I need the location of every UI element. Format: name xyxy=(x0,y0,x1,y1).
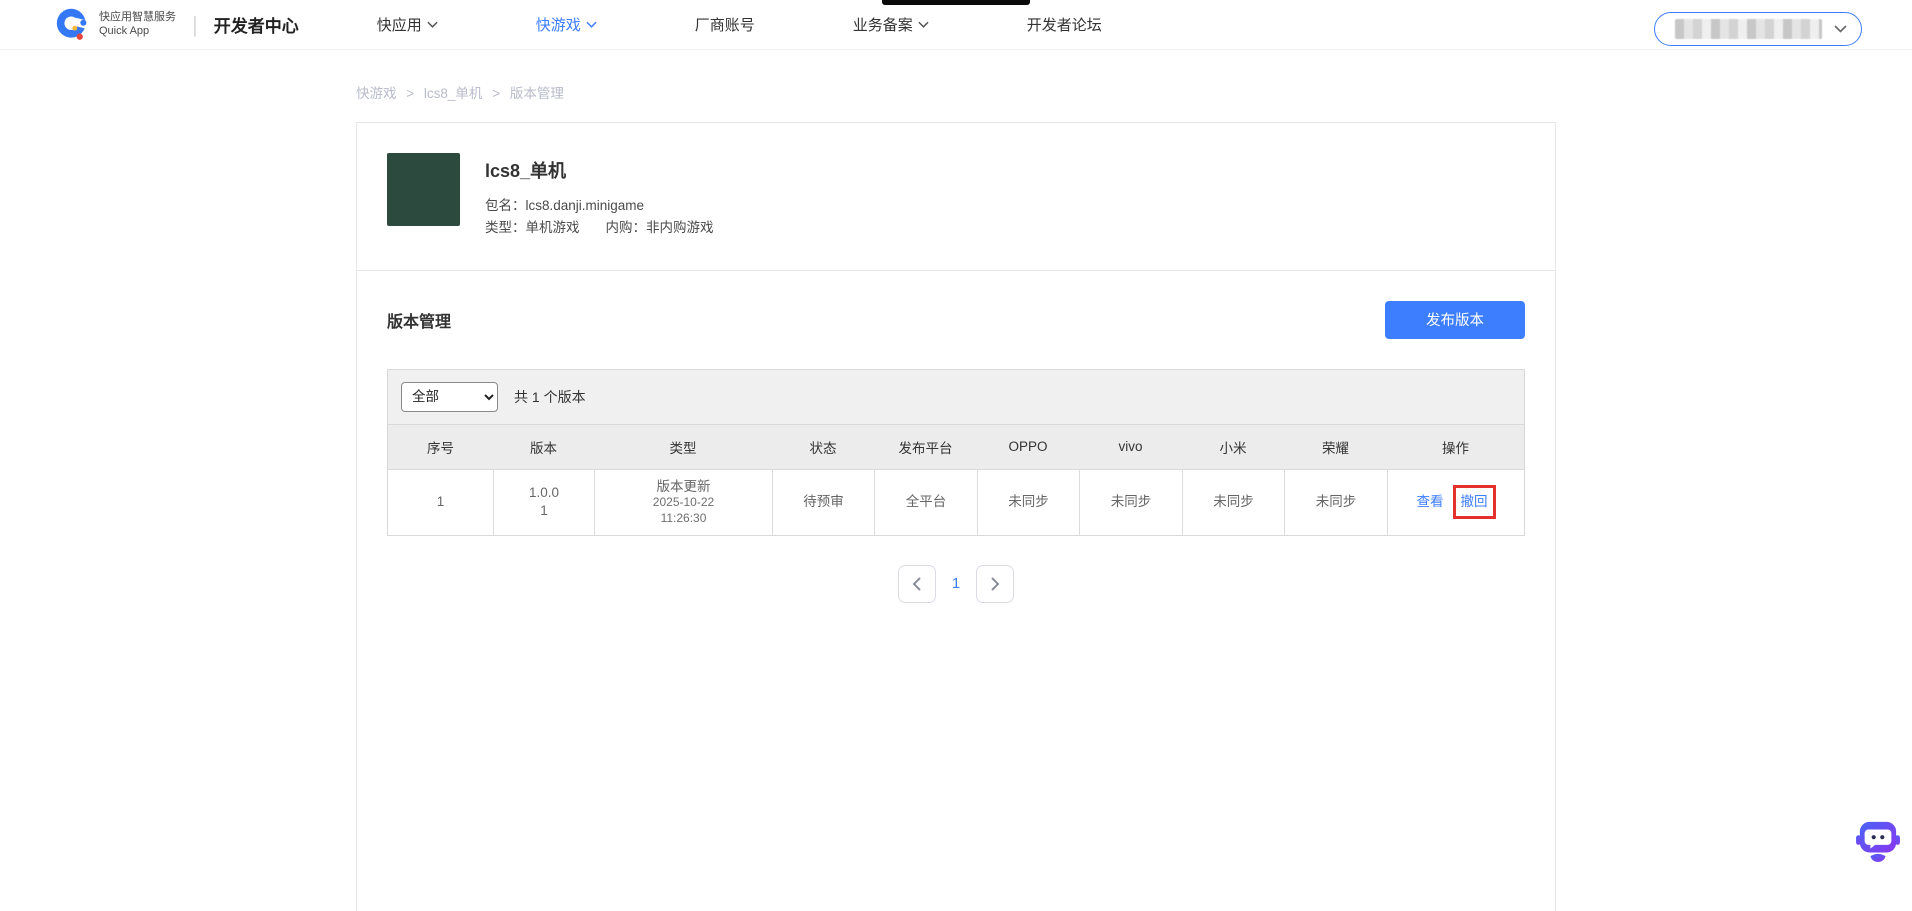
app-info: lcs8_单机 包名：lcs8.danji.minigame 类型：单机游戏 内购… xyxy=(485,153,714,240)
col-header-honor: 荣耀 xyxy=(1284,425,1387,469)
app-package-line: 包名：lcs8.danji.minigame xyxy=(485,195,714,217)
withdraw-link[interactable]: 撤回 xyxy=(1461,494,1488,509)
chevron-down-icon xyxy=(427,21,438,28)
update-date: 2025-10-22 xyxy=(653,495,714,511)
section-header: 版本管理 发布版本 xyxy=(387,301,1525,339)
cell-honor-status: 未同步 xyxy=(1284,470,1387,535)
portal-title: 开发者中心 xyxy=(214,12,299,37)
prev-page-button[interactable] xyxy=(898,565,936,603)
chevron-right-icon xyxy=(990,577,1000,591)
col-header-status: 状态 xyxy=(772,425,874,469)
table-row: 1 1.0.0 1 版本更新 2025-10-22 11:26:30 待预审 全… xyxy=(388,469,1524,535)
main-content: 快游戏 > lcs8_单机 > 版本管理 lcs8_单机 包名：lcs8.dan… xyxy=(356,82,1556,911)
page-number[interactable]: 1 xyxy=(952,575,960,592)
cell-platform: 全平台 xyxy=(874,470,977,535)
nav-item-vendor-account[interactable]: 厂商账号 xyxy=(695,14,755,35)
chevron-down-icon xyxy=(586,21,597,28)
nav-item-developer-forum[interactable]: 开发者论坛 xyxy=(1027,14,1102,35)
app-info-card: lcs8_单机 包名：lcs8.danji.minigame 类型：单机游戏 内购… xyxy=(356,122,1556,271)
package-value: lcs8.danji.minigame xyxy=(526,198,645,213)
iap-label: 内购： xyxy=(606,220,647,235)
type-label: 类型： xyxy=(485,220,526,235)
page: 快应用智慧服务 Quick App | 开发者中心 快应用 快游戏 厂商账号 业… xyxy=(0,0,1912,911)
col-header-vivo: vivo xyxy=(1079,425,1182,469)
chevron-down-icon xyxy=(1834,25,1847,33)
col-header-xiaomi: 小米 xyxy=(1182,425,1284,469)
col-header-type: 类型 xyxy=(594,425,772,469)
version-count: 共 1 个版本 xyxy=(514,387,586,407)
nav-items: 快应用 快游戏 厂商账号 业务备案 开发者论坛 xyxy=(377,14,1200,35)
type-value: 单机游戏 xyxy=(526,220,580,235)
version-code: 1 xyxy=(540,502,548,520)
next-page-button[interactable] xyxy=(976,565,1014,603)
view-link[interactable]: 查看 xyxy=(1417,493,1444,511)
chat-bot-icon xyxy=(1855,820,1901,862)
top-nav: 快应用智慧服务 Quick App | 开发者中心 快应用 快游戏 厂商账号 业… xyxy=(0,0,1912,50)
table-header-row: 序号 版本 类型 状态 发布平台 OPPO vivo 小米 荣耀 操作 xyxy=(388,425,1524,469)
cell-type: 版本更新 2025-10-22 11:26:30 xyxy=(594,470,772,535)
section-title: 版本管理 xyxy=(387,308,451,332)
version-filter-select[interactable]: 全部 xyxy=(401,382,498,412)
col-header-platform: 发布平台 xyxy=(874,425,977,469)
breadcrumb-separator: > xyxy=(406,86,414,101)
breadcrumb-app[interactable]: lcs8_单机 xyxy=(424,86,483,101)
chevron-left-icon xyxy=(912,577,922,591)
col-header-version: 版本 xyxy=(493,425,594,469)
nav-item-quickgame[interactable]: 快游戏 xyxy=(536,14,597,35)
nav-item-label: 业务备案 xyxy=(853,14,913,35)
nav-item-quickapp[interactable]: 快应用 xyxy=(377,14,438,35)
brand-logo-icon xyxy=(55,7,91,43)
nav-item-business-filing[interactable]: 业务备案 xyxy=(853,14,929,35)
package-label: 包名： xyxy=(485,198,526,213)
account-name-redacted xyxy=(1675,19,1822,39)
publish-version-button[interactable]: 发布版本 xyxy=(1385,301,1525,339)
pagination: 1 xyxy=(387,565,1525,603)
iap-value: 非内购游戏 xyxy=(646,220,714,235)
cell-oppo-status: 未同步 xyxy=(977,470,1079,535)
breadcrumb-current: 版本管理 xyxy=(510,86,564,101)
brand-line1: 快应用智慧服务 xyxy=(99,11,176,25)
cell-vivo-status: 未同步 xyxy=(1079,470,1182,535)
breadcrumb: 快游戏 > lcs8_单机 > 版本管理 xyxy=(356,82,1556,102)
nav-item-label: 厂商账号 xyxy=(695,14,755,35)
redaction-bar xyxy=(882,0,1030,5)
chevron-down-icon xyxy=(918,21,929,28)
account-selector[interactable] xyxy=(1654,12,1862,46)
breadcrumb-quickgame[interactable]: 快游戏 xyxy=(356,86,397,101)
nav-item-label: 快应用 xyxy=(377,14,422,35)
cell-index: 1 xyxy=(388,470,493,535)
version-management-card: 版本管理 发布版本 全部 共 1 个版本 序号 版本 类型 状态 发布平台 OP… xyxy=(356,270,1556,911)
cell-actions: 查看 撤回 xyxy=(1387,470,1524,535)
nav-item-label: 快游戏 xyxy=(536,14,581,35)
update-time: 11:26:30 xyxy=(661,511,707,527)
table-filter-bar: 全部 共 1 个版本 xyxy=(388,370,1524,425)
brand[interactable]: 快应用智慧服务 Quick App | 开发者中心 xyxy=(55,7,299,43)
brand-text: 快应用智慧服务 Quick App xyxy=(99,11,176,39)
cell-status: 待预审 xyxy=(772,470,874,535)
update-type: 版本更新 xyxy=(657,478,711,496)
version-number: 1.0.0 xyxy=(529,484,559,502)
app-icon xyxy=(387,153,460,226)
cell-xiaomi-status: 未同步 xyxy=(1182,470,1284,535)
cell-version: 1.0.0 1 xyxy=(493,470,594,535)
app-name: lcs8_单机 xyxy=(485,157,714,183)
col-header-oppo: OPPO xyxy=(977,425,1079,469)
col-header-actions: 操作 xyxy=(1387,425,1524,469)
version-table: 全部 共 1 个版本 序号 版本 类型 状态 发布平台 OPPO vivo 小米… xyxy=(387,369,1525,536)
nav-item-label: 开发者论坛 xyxy=(1027,14,1102,35)
chatbot-button[interactable] xyxy=(1855,820,1901,862)
brand-divider: | xyxy=(192,12,198,38)
breadcrumb-separator: > xyxy=(492,86,500,101)
app-type-line: 类型：单机游戏 内购：非内购游戏 xyxy=(485,217,714,239)
col-header-index: 序号 xyxy=(388,425,493,469)
annotation-highlight-box: 撤回 xyxy=(1453,485,1496,519)
brand-line2: Quick App xyxy=(99,25,176,39)
